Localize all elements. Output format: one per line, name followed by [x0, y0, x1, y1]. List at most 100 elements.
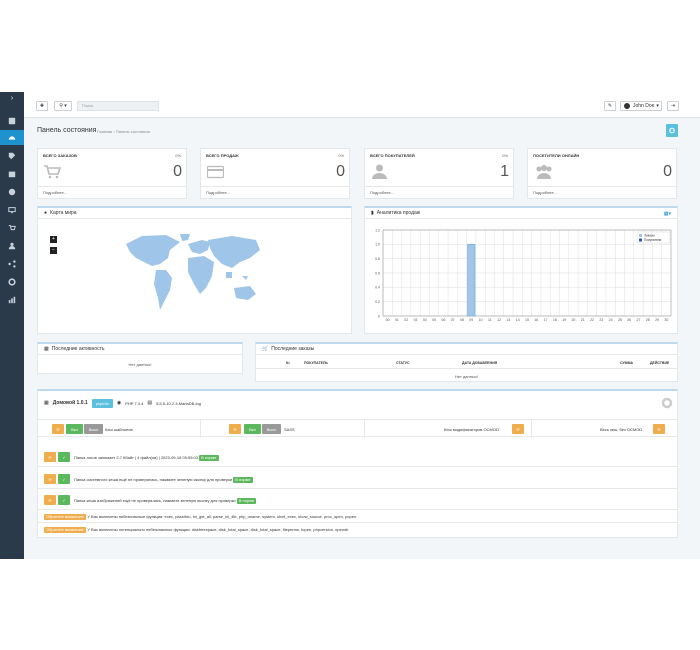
php-version: PHP 7.3.4 [125, 400, 144, 406]
x-tick-label: 11 [488, 318, 492, 322]
globe-icon: ● [44, 209, 48, 216]
empty-message: Нет данных! [128, 362, 152, 367]
legend-label: Заказы [644, 234, 655, 238]
refresh-system-cache-button[interactable]: ⟳ [44, 474, 56, 484]
y-tick-label: 1.0 [375, 243, 380, 247]
world-map[interactable] [122, 232, 267, 322]
cart-icon: 🛒 [262, 345, 269, 352]
y-tick-label: 0.6 [375, 271, 380, 275]
tile-more-link[interactable]: Подробнее... [38, 186, 186, 198]
legend-label: Покупатели [644, 238, 661, 242]
zoom-in-button[interactable]: + [50, 236, 57, 243]
sidebar-item-system[interactable] [0, 274, 24, 289]
sidebar-item-sales[interactable] [0, 220, 24, 235]
user-icon [372, 164, 387, 179]
twig-cache-off-button[interactable]: Выкл [84, 424, 103, 434]
sidebar-item-system-view[interactable] [0, 202, 24, 217]
sidebar-item-tags[interactable] [0, 148, 24, 163]
tags-icon [8, 152, 16, 159]
phpinfo-button[interactable]: phpinfo [91, 398, 113, 408]
column-header[interactable]: № [286, 361, 290, 365]
x-tick-label: 13 [506, 318, 510, 322]
sidebar-item-customers[interactable] [0, 238, 24, 253]
users-icon [536, 165, 552, 179]
zoom-out-button[interactable]: − [50, 247, 57, 254]
tile-total-sales: ВСЕГО ПРОДАЖ 0% 0 Подробнее... [200, 148, 350, 199]
puzzle-piece-icon [8, 188, 16, 195]
gear-icon [8, 277, 16, 286]
bar [467, 244, 476, 317]
check-logs-button[interactable]: ✓ [58, 452, 70, 462]
panel-heading: ▮ Аналитика продаж [365, 208, 677, 219]
sass-off-button[interactable]: Выкл [262, 424, 281, 434]
tile-more-link[interactable]: Подробнее... [528, 186, 676, 198]
sidebar-item-dashboard[interactable] [0, 130, 24, 145]
sidebar-item-catalog[interactable] [0, 113, 24, 128]
tile-more-link[interactable]: Подробнее... [201, 186, 349, 198]
warning-text: Обратите внимание! У Вас включены небезо… [44, 514, 357, 520]
tile-value: 0 [173, 163, 182, 180]
avatar [624, 103, 630, 109]
tile-value: 1 [500, 163, 509, 180]
dashboard-icon [8, 135, 16, 140]
panel-title: Последние заказы [271, 345, 315, 352]
cache-controls: ⟳ Вкл Выкл Кеш шаблонов ⟳ Вкл Выкл SASS … [38, 419, 677, 438]
sidebar-toggle-icon[interactable]: › [0, 92, 24, 106]
sidebar-item-reports[interactable] [0, 292, 24, 307]
y-tick-label: 0.4 [375, 286, 380, 290]
refresh-logs-button[interactable]: ⟳ [44, 452, 56, 462]
column-header[interactable]: СУММА [620, 361, 633, 365]
warning-label: Обратите внимание! [44, 514, 87, 520]
share-icon [8, 259, 16, 268]
panel-title: Аналитика продаж [376, 209, 421, 216]
sass-label: SASS [284, 427, 295, 432]
x-tick-label: 20 [571, 318, 575, 322]
warning-row: Обратите внимание! У Вас включены небезо… [38, 512, 677, 523]
x-tick-label: 17 [544, 318, 548, 322]
sass-on-button[interactable]: Вкл [244, 424, 261, 434]
settings-button[interactable] [666, 124, 678, 137]
calendar-dropdown-icon[interactable]: ▦▾ [664, 211, 671, 217]
gear-icon[interactable] [661, 397, 673, 409]
column-header[interactable]: ДАТА ДОБАВЛЕНИЯ [462, 361, 497, 365]
check-image-cache-button[interactable]: ✓ [58, 495, 70, 505]
system-cache-status-text: Папка системного кеша ещё не проверялась… [74, 477, 253, 483]
sidebar-item-design[interactable] [0, 184, 24, 199]
logout-icon[interactable]: ⇥ [667, 101, 679, 111]
x-tick-label: 02 [404, 318, 408, 322]
breadcrumb-current[interactable]: Панель состояния [116, 129, 150, 134]
add-button[interactable]: ✚ [36, 101, 48, 111]
column-header[interactable]: ПОКУПАТЕЛЬ [304, 361, 328, 365]
eraser-icon[interactable]: ✎ [604, 101, 616, 111]
x-tick-label: 00 [386, 318, 390, 322]
x-tick-label: 23 [599, 318, 603, 322]
column-header[interactable]: СТАТУС [396, 361, 410, 365]
tile-more-link[interactable]: Подробнее... [365, 186, 513, 198]
refresh-image-cache-button[interactable]: ⟳ [44, 495, 56, 505]
x-tick-label: 04 [423, 318, 427, 322]
sidebar-item-marketing[interactable] [0, 256, 24, 271]
x-tick-label: 25 [618, 318, 622, 322]
search-type-dropdown[interactable]: ⚲ ▾ [54, 101, 72, 111]
cart-icon [44, 165, 61, 179]
breadcrumb-home[interactable]: Главная [97, 129, 112, 134]
x-tick-label: 12 [497, 318, 501, 322]
twig-cache-on-button[interactable]: Вкл [66, 424, 83, 434]
logs-status-text: Папка логов занимает 2.7 Кбайт | 4 файл(… [74, 455, 219, 461]
y-tick-label: 1.2 [375, 228, 380, 232]
refresh-twig-cache-button[interactable]: ⟳ [52, 424, 64, 434]
x-tick-label: 18 [553, 318, 557, 322]
refresh-all-cache-button[interactable]: ⟳ [653, 424, 665, 434]
refresh-sass-button[interactable]: ⟳ [229, 424, 241, 434]
refresh-ocmod-button[interactable]: ⟳ [512, 424, 524, 434]
search-icon: ⚲ ▾ [59, 103, 67, 109]
check-system-cache-button[interactable]: ✓ [58, 474, 70, 484]
sidebar-item-extensions[interactable] [0, 166, 24, 181]
user-icon [8, 242, 16, 249]
x-tick-label: 09 [469, 318, 473, 322]
status-badge: В норме [199, 455, 219, 461]
breadcrumb: Главная › Панель состояния [97, 129, 150, 134]
user-menu[interactable]: John Doe ▾ [620, 101, 662, 111]
search-input[interactable]: Поиск [77, 101, 159, 111]
warning-label: Обратите внимание! [44, 527, 87, 533]
